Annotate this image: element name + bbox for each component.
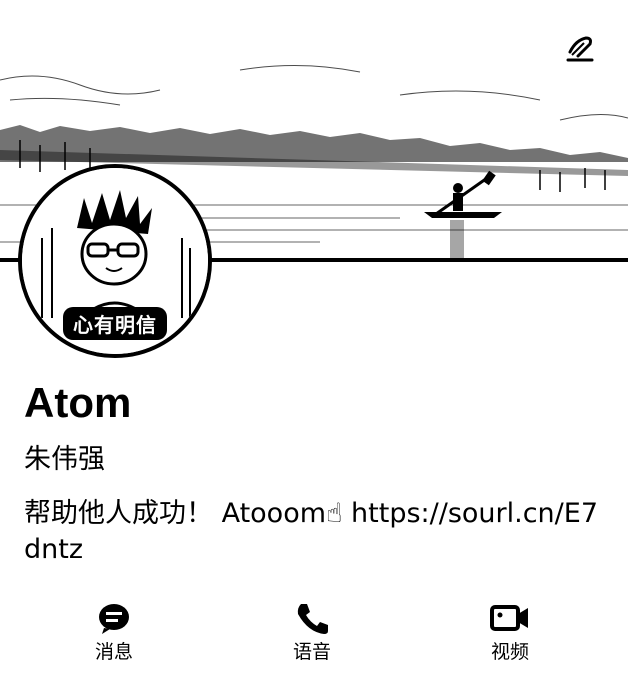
voice-label: 语音 xyxy=(292,641,331,663)
profile-bio: 帮助他人成功！ Atooom☝ https://sourl.cn/E7dntz xyxy=(24,498,599,565)
video-camera-icon xyxy=(490,605,528,631)
edit-pen-icon xyxy=(566,36,594,62)
profile-real-name: 朱伟强 xyxy=(24,444,105,475)
message-label: 消息 xyxy=(94,641,133,663)
message-icon xyxy=(99,604,129,634)
video-label: 视频 xyxy=(490,641,529,663)
message-button[interactable]: 消息 xyxy=(64,600,164,670)
video-call-button[interactable]: 视频 xyxy=(460,600,560,670)
voice-call-button[interactable]: 语音 xyxy=(262,600,362,670)
action-bar: 消息 语音 视频 xyxy=(0,600,628,670)
avatar-badge: 心有明信 xyxy=(63,307,167,340)
profile-display-name: Atom xyxy=(24,379,132,426)
avatar[interactable]: 心有明信 xyxy=(18,164,212,358)
phone-icon xyxy=(297,604,328,634)
edit-button[interactable] xyxy=(562,30,598,66)
